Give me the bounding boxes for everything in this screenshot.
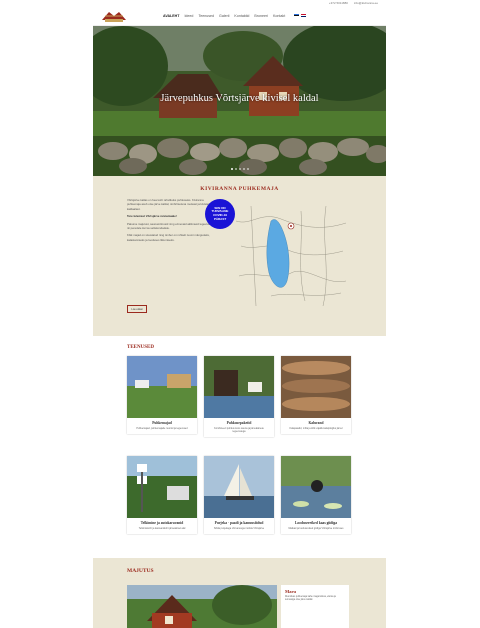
about-section: KIVIRANNA PUHKEMAJA Võrtsjärve kallas on… (93, 176, 386, 336)
about-title: KIVIRANNA PUHKEMAJA (200, 186, 279, 192)
email-text[interactable]: info@kiviranna.ee (354, 1, 378, 5)
accommodation-card[interactable]: Maru Ruumikas puhkemaja kahe magamistoa,… (281, 585, 349, 628)
service-card-puhkusepaketid[interactable]: Puhkusepaketid Kombineeri puhkus koos sa… (204, 356, 274, 438)
about-paragraph: Pakume majutust, saunamõnusid ning erine… (127, 221, 211, 231)
navbar: AVALEHT Ideed Teenused Galerii Kontaktid… (93, 6, 386, 26)
service-image (204, 456, 274, 518)
services-title: TEENUSED (127, 345, 154, 350)
page: +372 5011880 info@kiviranna.ee AVALEHT I… (93, 0, 386, 628)
service-text: Matkad ja loodusretked giidiga Võrtsjärv… (288, 527, 344, 530)
services-section: TEENUSED Puhkemajad Puhkemajad, puhkemaj… (93, 336, 386, 558)
language-flags (294, 14, 307, 17)
majutus-image[interactable] (127, 585, 277, 628)
slider-dot[interactable] (234, 168, 237, 170)
service-text: Telkimiskoht ja karavanikoht järveäärsel… (138, 527, 186, 530)
phone-text[interactable]: +372 5011880 (329, 1, 348, 5)
service-title: Puhkemajad (152, 421, 172, 425)
service-image (281, 356, 351, 418)
accommodation-title: Maru (285, 589, 296, 594)
service-card-telkimine[interactable]: Telkimine ja autokaravanid Telkimiskoht … (127, 456, 197, 535)
service-card-purjekad[interactable]: Purjeka - paadi ja kanuusõidud Sõida pur… (204, 456, 274, 535)
service-title: Telkimine ja autokaravanid (140, 521, 184, 525)
service-text: Kalapaadid, mõla ja kõik vajalik kalapüü… (289, 427, 343, 430)
nav-menu: AVALEHT Ideed Teenused Galerii Kontaktid… (163, 14, 307, 18)
slider-dot[interactable] (230, 168, 233, 170)
service-card-kalurand[interactable]: Kalurand Kalapaadid, mõla ja kõik vajali… (281, 356, 351, 435)
slider-dot[interactable] (246, 168, 249, 170)
service-card-puhkemajad[interactable]: Puhkemajad Puhkemajad, puhkemajade ruumi… (127, 356, 197, 435)
lake-map (235, 205, 347, 307)
nav-item-avaleht[interactable]: AVALEHT (163, 14, 179, 18)
accommodation-text: Ruumikas puhkemaja kahe magamistoa, elut… (285, 596, 336, 602)
service-image (127, 456, 197, 518)
logo[interactable] (99, 8, 129, 24)
about-paragraph: Kõik majad on sisustatud ning ümber on r… (127, 233, 210, 242)
service-image (127, 356, 197, 418)
service-image (204, 356, 274, 418)
about-highlight: Tere tulemast Võrtsjärve rannamaale! (127, 214, 177, 219)
read-more-button[interactable]: Loe edasi (127, 305, 147, 313)
flag-ee-icon[interactable] (294, 14, 300, 17)
about-text: Võrtsjärve kallas on hea koht rahulikuks… (127, 198, 213, 245)
nav-item-ideed[interactable]: Ideed (184, 14, 193, 18)
majutus-title: MAJUTUS (127, 568, 154, 574)
majutus-section: MAJUTUS Maru Ruumikas puhkemaja kahe mag… (93, 558, 386, 628)
service-title: Puhkusepaketid (226, 421, 252, 425)
nav-item-galerii[interactable]: Galerii (219, 14, 229, 18)
service-card-loodusretked[interactable]: Looduseretked kaas giidiga Matkad ja loo… (281, 456, 351, 535)
service-image (281, 456, 351, 518)
hero-slider[interactable]: Järvepuhkus Võrtsjärve kivisel kaldal (93, 26, 386, 176)
service-title: Kalurand (308, 421, 324, 425)
nav-item-broneeri[interactable]: Broneeri (254, 14, 268, 18)
nav-item-kontaktid[interactable]: Kontaktid (234, 14, 249, 18)
service-text: Puhkemajad, puhkemajade ruumid ja tegevu… (136, 427, 188, 430)
service-title: Looduseretked kaas giidiga (294, 521, 338, 525)
slider-dot[interactable] (242, 168, 245, 170)
service-text: Sõida purjekaga või kanuuga mööda Võrtsj… (213, 527, 265, 530)
flag-en-icon[interactable] (301, 14, 307, 17)
service-title: Purjeka - paadi ja kanuusõidud (214, 521, 264, 525)
nav-item-kontakt[interactable]: Kontakt (273, 14, 285, 18)
slider-dot[interactable] (238, 168, 241, 170)
service-text: Kombineeri puhkus koos sauna ja järveäär… (214, 427, 264, 434)
hero-title: Järvepuhkus Võrtsjärve kivisel kaldal (160, 93, 319, 104)
about-paragraph: Võrtsjärve kallas on hea koht rahulikuks… (127, 198, 211, 211)
nav-item-teenused[interactable]: Teenused (198, 14, 214, 18)
slider-dots (93, 168, 386, 170)
